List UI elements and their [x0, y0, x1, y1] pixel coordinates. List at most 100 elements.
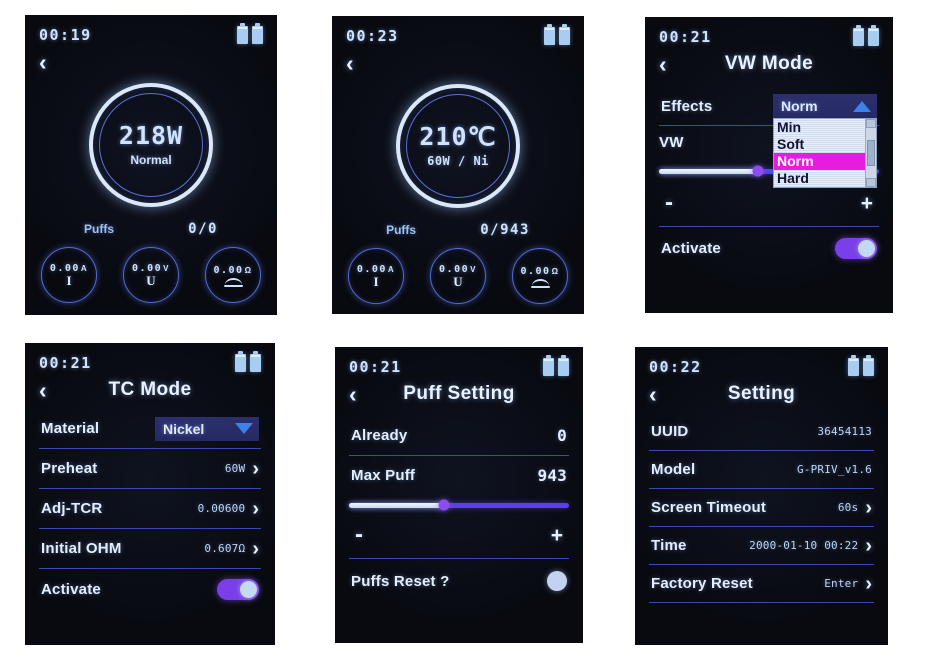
row-activate: Activate [39, 569, 261, 609]
back-icon[interactable]: ‹ [346, 51, 374, 75]
row-value: G-PRIV_v1.6 [796, 463, 872, 476]
dropdown-scrollbar[interactable] [865, 119, 876, 187]
puffs-row: Puffs 0/943 [346, 222, 570, 238]
row-uuid: UUID 36454113 [649, 413, 874, 451]
chevron-right-icon[interactable]: › [865, 574, 872, 594]
meter-unit: A [80, 264, 89, 273]
scroll-down-icon[interactable] [866, 178, 876, 187]
max-puff-slider-thumb[interactable] [438, 499, 450, 511]
temperature-gauge[interactable]: 210℃ 60W / Ni [396, 84, 520, 208]
power-gauge[interactable]: 218W Normal [89, 83, 213, 207]
vw-slider-thumb[interactable] [752, 165, 764, 177]
row-model: Model G-PRIV_v1.6 [649, 451, 874, 489]
row-adj-tcr[interactable]: Adj-TCR 0.00600 › [39, 489, 261, 529]
clock: 00:23 [346, 26, 399, 45]
activate-toggle[interactable] [217, 578, 259, 600]
status-bar: 00:23 [346, 16, 570, 46]
max-puff-slider[interactable] [349, 494, 569, 516]
row-label: Material [41, 420, 100, 437]
row-initial-ohm[interactable]: Initial OHM 0.607Ω › [39, 529, 261, 569]
row-puffs-reset[interactable]: Puffs Reset ? [349, 559, 569, 603]
max-puff-increment-button[interactable]: + [551, 525, 563, 546]
battery-indicator [853, 24, 879, 46]
scroll-up-icon[interactable] [866, 119, 876, 128]
row-screen-timeout[interactable]: Screen Timeout 60s › [649, 489, 874, 527]
caret-down-icon[interactable] [235, 423, 253, 434]
effects-label: Effects [661, 97, 713, 115]
effects-option-min[interactable]: Min [774, 119, 865, 136]
device-screen-puff-setting: 00:21 ‹ Puff Setting Already 0 Max Puff … [335, 347, 583, 643]
row-value: 60s [837, 501, 859, 514]
activate-label: Activate [41, 580, 101, 598]
puffs-value: 0/943 [480, 222, 530, 238]
vw-label: VW [659, 134, 684, 151]
effects-option-list[interactable]: Min Soft Norm Hard [773, 118, 877, 188]
row-time[interactable]: Time 2000-01-10 00:22 › [649, 527, 874, 565]
nav-row: ‹ [39, 45, 263, 79]
max-puff-slider-track[interactable] [349, 499, 569, 511]
battery-icon [543, 354, 554, 376]
chevron-right-icon[interactable]: › [865, 536, 872, 556]
effects-select[interactable]: Norm [773, 94, 877, 118]
tc-settings-list: Material Nickel Preheat 60W › Adj-TCR 0.… [39, 409, 261, 609]
effects-dropdown[interactable]: Norm Min Soft Norm Hard [773, 94, 877, 188]
meter-resistance[interactable]: 0.00 Ω [205, 247, 261, 303]
clock: 00:21 [39, 353, 92, 372]
material-select[interactable]: Nickel [155, 416, 259, 441]
gauge-value: 218W [118, 121, 184, 150]
material-selected-value: Nickel [163, 420, 205, 437]
battery-indicator [544, 23, 570, 45]
battery-indicator [848, 354, 874, 376]
battery-indicator [237, 22, 263, 44]
activate-toggle[interactable] [835, 237, 877, 259]
meter-voltage[interactable]: 0.00 V U [430, 248, 486, 304]
puffs-row: Puffs 0/0 [39, 221, 263, 237]
page-title: Setting [727, 383, 796, 404]
chevron-right-icon[interactable]: › [252, 459, 259, 479]
already-label: Already [351, 426, 408, 444]
meter-voltage[interactable]: 0.00 V U [123, 247, 179, 303]
status-bar: 00:21 [39, 343, 261, 373]
grid-cell-2: 00:23 ‹ 210℃ 60W / Ni Puffs 0/943 0.00 A… [310, 0, 620, 330]
meter-unit: V [163, 264, 170, 273]
vw-increment-button[interactable]: + [861, 193, 873, 214]
effects-option-hard[interactable]: Hard [774, 170, 865, 187]
clock: 00:21 [349, 357, 402, 376]
chevron-right-icon[interactable]: › [252, 539, 259, 559]
effects-options: Min Soft Norm Hard [774, 119, 865, 187]
effects-option-norm[interactable]: Norm [774, 153, 865, 170]
meter-resistance[interactable]: 0.00 Ω [512, 248, 568, 304]
chevron-right-icon[interactable]: › [252, 499, 259, 519]
row-value: 0.607Ω [204, 542, 246, 555]
row-preheat[interactable]: Preheat 60W › [39, 449, 261, 489]
meter-current[interactable]: 0.00 A I [41, 247, 97, 303]
effects-option-soft[interactable]: Soft [774, 136, 865, 153]
max-puff-decrement-button[interactable]: - [355, 523, 363, 547]
caret-up-icon[interactable] [853, 100, 871, 112]
row-value: 0.00600 [197, 502, 246, 515]
max-puff-slider-fill [349, 502, 444, 508]
screenshot-grid: 00:19 ‹ 218W Normal Puffs 0/0 0.00 A I 0… [0, 0, 943, 661]
max-puff-label: Max Puff [351, 466, 416, 484]
meter-value: 0.00 [213, 265, 244, 276]
row-factory-reset[interactable]: Factory Reset Enter › [649, 565, 874, 603]
back-icon[interactable]: ‹ [39, 50, 67, 74]
meter-symbol: U [453, 274, 463, 289]
page-title: VW Mode [724, 53, 814, 74]
device-screen-vw-main: 00:19 ‹ 218W Normal Puffs 0/0 0.00 A I 0… [25, 15, 277, 315]
device-screen-tc-main: 00:23 ‹ 210℃ 60W / Ni Puffs 0/943 0.00 A… [332, 16, 584, 314]
nav-row: ‹ Setting [649, 377, 874, 411]
meter-current[interactable]: 0.00 A I [348, 248, 404, 304]
battery-icon [252, 22, 263, 44]
puffs-value: 0/0 [188, 221, 218, 237]
row-label: Factory Reset [651, 575, 753, 592]
scrollbar-thumb[interactable] [867, 140, 875, 166]
puffs-label: Puffs [386, 223, 417, 237]
device-screen-vw-mode: 00:21 ‹ VW Mode Effects Norm Min Soft No… [645, 17, 893, 313]
battery-icon [237, 22, 248, 44]
puffs-reset-button[interactable] [547, 571, 567, 591]
chevron-right-icon[interactable]: › [865, 498, 872, 518]
row-material[interactable]: Material Nickel [39, 409, 261, 449]
row-label: Screen Timeout [651, 499, 767, 516]
vw-decrement-button[interactable]: - [665, 191, 673, 215]
